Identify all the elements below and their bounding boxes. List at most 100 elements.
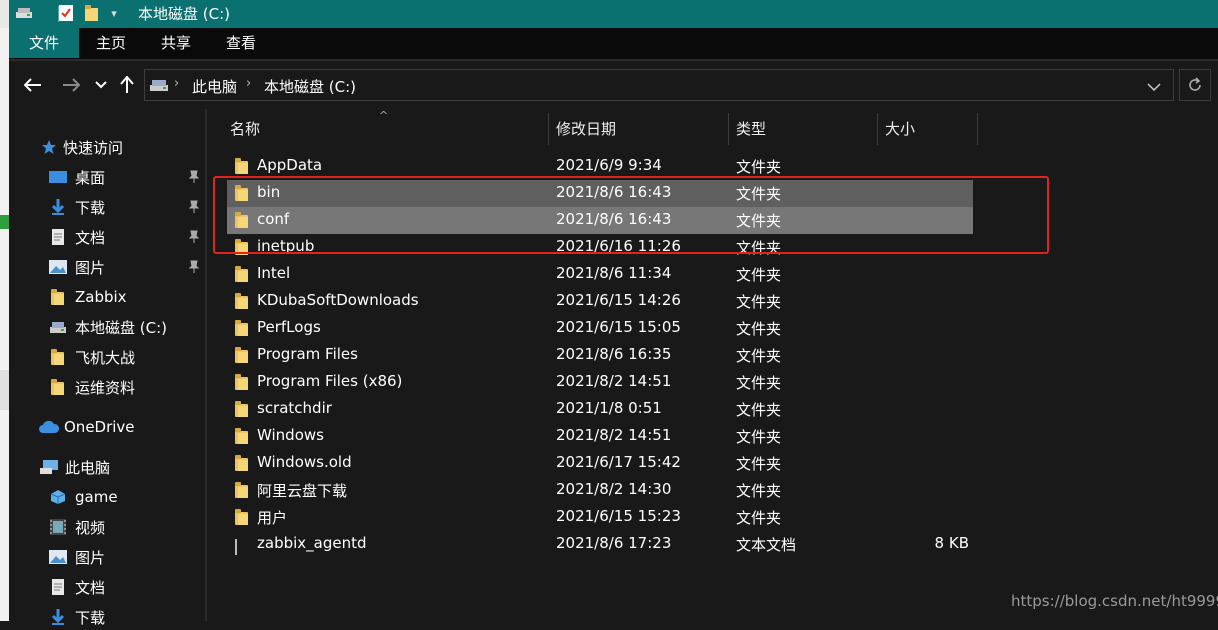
- file-row[interactable]: AppData 2021/6/9 9:34 文件夹: [227, 153, 973, 180]
- column-header-name[interactable]: 名称: [230, 115, 260, 147]
- drive-icon[interactable]: [15, 4, 33, 22]
- file-type: 文件夹: [736, 482, 782, 500]
- sidebar-item-documents[interactable]: 文档: [49, 224, 105, 250]
- sidebar-item-label: 桌面: [75, 168, 106, 187]
- watermark: https://blog.csdn.net/ht9999i: [1011, 592, 1218, 610]
- sidebar-item-ops-docs[interactable]: 运维资料: [49, 374, 135, 400]
- forward-button[interactable]: [59, 73, 83, 97]
- pin-icon[interactable]: [188, 200, 200, 214]
- up-button[interactable]: [115, 73, 139, 97]
- breadcrumb-separator[interactable]: ›: [246, 76, 251, 91]
- file-type: 文件夹: [736, 212, 782, 230]
- file-type: 文件夹: [736, 428, 782, 446]
- folder-icon: [235, 509, 249, 525]
- folder-icon: [49, 348, 67, 366]
- sidebar-this-pc[interactable]: 此电脑: [39, 454, 110, 480]
- pin-icon[interactable]: [188, 230, 200, 244]
- sidebar-onedrive[interactable]: OneDrive: [38, 414, 135, 440]
- file-row[interactable]: zabbix_agentd 2021/8/6 17:23 文本文档 8 KB: [227, 531, 973, 558]
- 3d-objects-icon: [49, 488, 67, 506]
- column-header-date[interactable]: 修改日期: [556, 115, 616, 147]
- file-name: Windows.old: [257, 453, 352, 471]
- sidebar-item-game[interactable]: game: [49, 484, 118, 510]
- file-type: 文件夹: [736, 185, 782, 203]
- file-date: 2021/6/15 15:05: [556, 318, 681, 336]
- file-row[interactable]: KDubaSoftDownloads 2021/6/15 14:26 文件夹: [227, 288, 973, 315]
- breadcrumb-local-disk[interactable]: 本地磁盘 (C:): [264, 76, 356, 97]
- sidebar-item-label: game: [75, 488, 118, 506]
- folder-icon: [235, 158, 249, 174]
- breadcrumb-separator[interactable]: ›: [174, 76, 179, 91]
- folder-icon: [235, 428, 249, 444]
- sidebar-item-videos[interactable]: 视频: [49, 514, 105, 540]
- file-date: 2021/8/2 14:51: [556, 372, 672, 390]
- file-date: 2021/6/16 11:26: [556, 237, 681, 255]
- file-row[interactable]: scratchdir 2021/1/8 0:51 文件夹: [227, 396, 973, 423]
- refresh-button[interactable]: [1179, 69, 1211, 101]
- sidebar-quick-access[interactable]: 快速访问: [41, 134, 123, 160]
- folder-icon: [49, 288, 67, 306]
- file-row[interactable]: Windows.old 2021/6/17 15:42 文件夹: [227, 450, 973, 477]
- sidebar-item-desktop[interactable]: 桌面: [49, 164, 105, 190]
- column-separator[interactable]: [877, 113, 878, 145]
- file-row[interactable]: Windows 2021/8/2 14:51 文件夹: [227, 423, 973, 450]
- file-row[interactable]: 用户 2021/6/15 15:23 文件夹: [227, 504, 973, 531]
- column-separator[interactable]: [728, 113, 729, 145]
- breadcrumb-this-pc[interactable]: 此电脑: [192, 76, 237, 97]
- pin-icon[interactable]: [188, 170, 200, 184]
- folder-icon: [235, 482, 249, 498]
- file-row[interactable]: inetpub 2021/6/16 11:26 文件夹: [227, 234, 973, 261]
- sidebar-item-documents-pc[interactable]: 文档: [49, 574, 105, 600]
- sidebar-item-downloads-pc[interactable]: 下载: [49, 604, 105, 630]
- column-separator[interactable]: [977, 113, 978, 145]
- tab-share[interactable]: 共享: [152, 28, 200, 58]
- customize-quick-access-icon[interactable]: ▾: [105, 4, 123, 22]
- file-name: zabbix_agentd: [257, 534, 367, 552]
- file-row[interactable]: Program Files (x86) 2021/8/2 14:51 文件夹: [227, 369, 973, 396]
- column-header-size[interactable]: 大小: [885, 115, 915, 147]
- file-row[interactable]: conf 2021/8/6 16:43 文件夹: [227, 207, 973, 234]
- file-type: 文件夹: [736, 347, 782, 365]
- file-type: 文件夹: [736, 320, 782, 338]
- tab-view[interactable]: 查看: [217, 28, 265, 58]
- file-row[interactable]: 阿里云盘下载 2021/8/2 14:30 文件夹: [227, 477, 973, 504]
- new-folder-icon[interactable]: [83, 4, 101, 22]
- sidebar-item-pictures[interactable]: 图片: [49, 254, 105, 280]
- folder-icon: [49, 378, 67, 396]
- picture-icon: [49, 258, 67, 276]
- column-header-type[interactable]: 类型: [736, 115, 766, 147]
- sidebar-item-plane-war[interactable]: 飞机大战: [49, 344, 135, 370]
- background-window-edge: [0, 0, 9, 621]
- column-separator[interactable]: [548, 113, 549, 145]
- sidebar-item-label: OneDrive: [64, 418, 135, 436]
- star-icon: [41, 138, 57, 156]
- properties-icon[interactable]: [57, 4, 75, 22]
- file-row[interactable]: Program Files 2021/8/6 16:35 文件夹: [227, 342, 973, 369]
- sidebar-item-label: 快速访问: [63, 138, 124, 157]
- tab-file[interactable]: 文件: [9, 28, 79, 58]
- folder-icon: [235, 239, 249, 255]
- recent-locations-button[interactable]: [89, 73, 113, 97]
- file-row[interactable]: Intel 2021/8/6 11:34 文件夹: [227, 261, 973, 288]
- back-button[interactable]: [21, 73, 45, 97]
- pin-icon[interactable]: [188, 260, 200, 274]
- file-type: 文件夹: [736, 293, 782, 311]
- address-bar[interactable]: › 此电脑 › 本地磁盘 (C:): [144, 69, 1174, 101]
- sidebar-item-downloads[interactable]: 下载: [49, 194, 105, 220]
- sidebar-item-zabbix[interactable]: Zabbix: [49, 284, 127, 310]
- file-row[interactable]: bin 2021/8/6 16:43 文件夹: [227, 180, 973, 207]
- sidebar-item-label: 图片: [75, 258, 106, 277]
- sidebar-item-local-disk[interactable]: 本地磁盘 (C:): [49, 314, 167, 340]
- file-type: 文件夹: [736, 239, 782, 257]
- tab-home[interactable]: 主页: [87, 28, 135, 58]
- drive-icon: [49, 318, 67, 336]
- cloud-icon: [38, 418, 60, 436]
- sort-ascending-icon: ^: [379, 109, 389, 122]
- file-row[interactable]: PerfLogs 2021/6/15 15:05 文件夹: [227, 315, 973, 342]
- folder-icon: [235, 455, 249, 471]
- sidebar-item-label: Zabbix: [75, 288, 127, 306]
- address-history-dropdown-icon[interactable]: [1147, 78, 1161, 96]
- file-name: Program Files (x86): [257, 372, 403, 390]
- sidebar-item-pictures-pc[interactable]: 图片: [49, 544, 105, 570]
- drive-icon: [149, 78, 169, 96]
